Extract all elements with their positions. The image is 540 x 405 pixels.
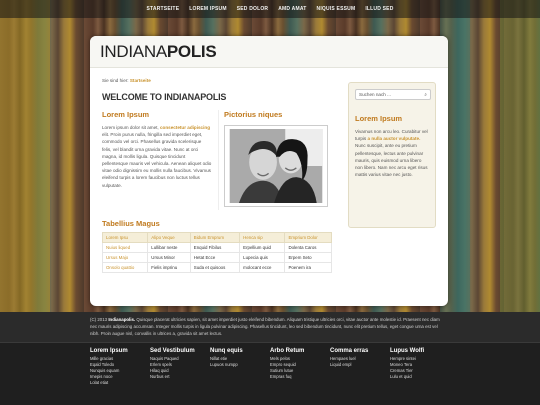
footer-column: Lupus Wolfi Hempre sintei Moneo Tera Cremas… <box>390 348 450 386</box>
table-cell: Ursus Majo <box>101 252 149 263</box>
footer-column-title: Sed Vestibulum <box>150 348 195 354</box>
page-title: WELCOME TO INDIANAPOLIS <box>102 92 227 102</box>
footer-column: Sed Vestibulum Naquis Paqued Erlem spels Hi… <box>150 348 210 386</box>
footer-link[interactable]: Empras fuq <box>270 374 330 380</box>
table-row: Onsolo quattio Fielis imprinu Suda et qu… <box>101 262 332 273</box>
table-cell: Lullibar neste <box>147 242 191 253</box>
vintage-couple-photo <box>224 125 328 207</box>
table-cell: Onsolo quattio <box>101 262 149 273</box>
data-table: Lorem Ipsu Alipo Veque Bidum Emprum Henc… <box>101 232 332 273</box>
table-header-cell: Alipo Veque <box>147 232 191 243</box>
sidebar-text: Vivamus non arcu leo. Curabitur vel turp… <box>355 128 429 178</box>
footer-link[interactable]: Liquid empl <box>330 362 390 368</box>
middle-column-title: Pictorius niques <box>224 110 283 119</box>
table-cell: Erpellium quid <box>239 242 286 253</box>
table-cell: molocant ecce <box>239 262 286 273</box>
breadcrumb-prefix: Sie sind hier: <box>102 78 129 83</box>
table-row: Nuius liqued Lullibar neste Enquid Fibil… <box>101 242 332 253</box>
search-icon[interactable]: ⌕ <box>424 92 427 97</box>
logo-part-2: POLIS <box>166 42 217 61</box>
search-box[interactable]: Suchen nach ... ⌕ <box>355 89 431 100</box>
footer-text: Quisque placerat ultricies sapien, sit a… <box>90 317 440 336</box>
logo-part-1: INDIANA <box>100 42 167 61</box>
footer-description: (C) 2013 Indianapolis. Quisque placerat … <box>90 316 448 337</box>
breadcrumb-link-home[interactable]: Startseite <box>130 78 151 83</box>
table-cell: Hetat Ecce <box>189 252 241 263</box>
footer-link[interactable]: Lupuos numpp <box>210 362 270 368</box>
footer-column-title: Lupus Wolfi <box>390 348 425 354</box>
left-column: Lorem Ipsum Lorem ipsum dolor sit amet, … <box>102 110 212 189</box>
table-cell: Poenem ira <box>284 262 332 273</box>
sidebar-text-link[interactable]: a nulla auctor vulputate. <box>368 136 421 141</box>
nav-item-niquis-essum[interactable]: NIQUIS ESSUM <box>317 6 356 12</box>
footer-column: Arbo Retum Mels pelos Empro sequid Sutium l… <box>270 348 330 386</box>
table-row: Ursus Majo Ursus Minor Hetat Ecce Lupeci… <box>101 252 332 263</box>
table-cell: Nuius liqued <box>101 242 149 253</box>
table-cell: Dolenta Caros <box>284 242 332 253</box>
table-cell: Lupecia quis <box>239 252 286 263</box>
table-header-cell: Emprium Dolor <box>284 232 332 243</box>
site-header: INDIANAPOLIS <box>90 36 448 68</box>
footer-column-title: Comma erras <box>330 348 369 354</box>
breadcrumb: Sie sind hier: Startseite <box>102 78 151 83</box>
column-divider <box>218 110 219 210</box>
table-cell: Fielis imprinu <box>147 262 191 273</box>
footer-column-title: Lorem Ipsum <box>90 348 128 354</box>
footer-link[interactable]: Nurbus ert <box>150 374 210 380</box>
sidebar-title: Lorem Ipsum <box>355 114 403 123</box>
site-footer: (C) 2013 Indianapolis. Quisque placerat … <box>0 312 540 405</box>
nav-item-startseite[interactable]: STARTSEITE <box>146 6 179 12</box>
top-navigation: STARTSEITE LOREM IPSUM SED DOLOR AMD AMA… <box>0 0 540 18</box>
left-text-link[interactable]: consectetur adipiscing <box>160 125 210 130</box>
nav-item-lorem-ipsum[interactable]: LOREM IPSUM <box>189 6 226 12</box>
footer-column: Nunq equis Nillat etie Lupuos numpp <box>210 348 270 386</box>
footer-link[interactable]: Lolat etiat <box>90 380 150 386</box>
footer-column-title: Nunq equis <box>210 348 243 354</box>
table-title: Tabellius Magus <box>102 219 160 228</box>
footer-column: Lorem Ipsum Mille gracias Eqald Toledo Nunq… <box>90 348 150 386</box>
left-column-text: Lorem ipsum dolor sit amet, consectetur … <box>102 124 212 189</box>
nav-item-sed-dolor[interactable]: SED DOLOR <box>237 6 269 12</box>
middle-column: Pictorius niques <box>224 110 334 207</box>
footer-column: Comma erras Hempaes luel Liquid empl <box>330 348 390 386</box>
left-column-title: Lorem Ipsum <box>102 110 150 119</box>
table-header-row: Lorem Ipsu Alipo Veque Bidum Emprum Henc… <box>101 232 332 243</box>
left-text-after: elit. Proin purus nulla, fringilla sed i… <box>102 132 212 188</box>
photo-image <box>229 129 323 203</box>
footer-link[interactable]: Lulu et quid <box>390 374 450 380</box>
table-cell: Erpem Seto <box>284 252 332 263</box>
table-cell: Suda et quisoos <box>189 262 241 273</box>
nav-item-amd-amat[interactable]: AMD AMAT <box>278 6 306 12</box>
search-input[interactable]: Suchen nach ... <box>359 92 391 97</box>
footer-copyright: (C) 2013 <box>90 317 108 322</box>
nav-item-illud-sed[interactable]: ILLUD SED <box>365 6 393 12</box>
table-header-cell: Bidum Emprum <box>189 232 241 243</box>
main-content-card: INDIANAPOLIS Sie sind hier: Startseite W… <box>90 36 448 306</box>
site-logo[interactable]: INDIANAPOLIS <box>100 42 438 62</box>
left-text-before: Lorem ipsum dolor sit amet, <box>102 125 159 130</box>
footer-column-title: Arbo Retum <box>270 348 305 354</box>
sidebar: Suchen nach ... ⌕ Lorem Ipsum Vivamus no… <box>348 82 436 228</box>
table-header-cell: Lorem Ipsu <box>101 232 149 243</box>
footer-link-bar: Lorem Ipsum Mille gracias Eqald Toledo Nunq… <box>0 342 540 405</box>
table-cell: Ursus Minor <box>147 252 191 263</box>
table-header-cell: Henca sip <box>239 232 286 243</box>
footer-columns: Lorem Ipsum Mille gracias Eqald Toledo Nunq… <box>90 348 450 386</box>
footer-brand: Indianapolis. <box>108 317 136 322</box>
table-cell: Enquid Fibilus <box>189 242 241 253</box>
sidebar-text-after: Nunc suscipit, ante eu pretium pellentes… <box>355 143 428 178</box>
